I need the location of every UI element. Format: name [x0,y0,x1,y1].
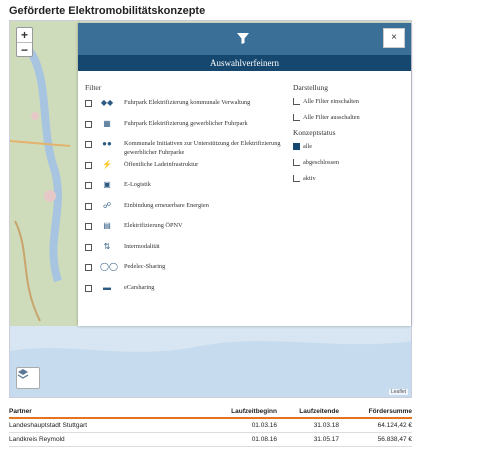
filter-list: Filter ◆◆ Fuhrpark Elektrifizierung komm… [85,83,285,303]
cell-start: 01.03.16 [251,422,277,429]
filter-checkbox[interactable] [85,202,92,210]
status-option-all[interactable]: alle [293,140,403,153]
status-option-completed[interactable]: abgeschlossen [293,156,403,169]
table-row[interactable]: Landeshauptstadt Stuttgart 01.03.16 31.0… [9,419,412,433]
table-row[interactable]: Landkreis Reymold 01.08.16 31.05.17 56.8… [9,433,412,447]
truck-icon: ▣ [103,180,111,189]
cell-funding: 64.124,42 € [377,422,412,429]
filter-section-label: Filter [85,83,102,92]
filter-item-label: Pedelec-Sharing [124,263,166,270]
filter-checkbox[interactable] [85,284,92,292]
filter-checkbox[interactable] [85,264,92,271]
bus-icon: ▤ [103,221,111,230]
cell-end: 31.05.17 [313,436,339,443]
filter-item[interactable]: ◆◆ Fuhrpark Elektrifizierung kommunale V… [85,98,285,119]
fleet-icon: ◆◆ [100,98,114,107]
cell-partner: Landeshauptstadt Stuttgart [9,422,88,429]
filter-item-label: eCarsharing [124,283,155,291]
status-radio[interactable] [293,143,300,150]
plug-icon: ☍ [102,200,112,210]
filter-item[interactable]: ☍ Einbindung erneuerbare Energien [85,201,285,222]
disable-all-filters-option[interactable]: Alle Filter ausschalten [293,111,403,124]
filter-checkbox[interactable] [85,141,92,148]
filter-item-label: E-Logistik [124,181,151,188]
filter-checkbox[interactable] [85,100,92,107]
filter-item-label: Fuhrpark Elektrifizierung kommunale Verw… [124,99,251,106]
cell-funding: 56.838,47 € [377,436,412,443]
filter-checkbox[interactable] [85,223,92,230]
filter-icon [237,33,249,44]
filter-item-label: Kommunale Initiativen zur Unterstützung … [124,140,281,156]
column-header-start[interactable]: Laufzeitbeginn [209,405,277,417]
enable-all-filters-option[interactable]: Alle Filter einschalten [293,95,403,108]
filter-item-label: Elektrifizierung ÖPNV [124,222,183,229]
column-header-partner[interactable]: Partner [9,405,209,417]
status-section-label: Konzeptstatus [293,128,336,137]
charging-icon: ⚡ [102,159,112,169]
filter-item[interactable]: ▣ E-Logistik [85,180,285,201]
filter-panel: × Auswahlverfeinern Filter ◆◆ Fuhrpark E… [78,23,411,326]
filter-item-label: Öffentliche Ladeinfrastruktur [124,160,199,168]
close-button[interactable]: × [383,28,405,48]
filter-item-label: Einbindung erneuerbare Energien [124,201,209,209]
table-header: Partner Laufzeitbeginn Laufzeitende Förd… [9,405,412,419]
zoom-in-button[interactable]: + [17,28,32,42]
car-icon: ▬ [103,282,111,292]
column-header-funding[interactable]: Fördersumme [339,405,412,417]
layers-button[interactable] [16,367,40,389]
option-label: Alle Filter einschalten [303,98,359,105]
intermodal-icon: ⇅ [103,241,111,251]
zoom-control: + − [16,27,33,57]
filter-item[interactable]: ●● Kommunale Initiativen zur Unterstützu… [85,139,285,160]
option-label: abgeschlossen [303,159,340,166]
filter-panel-header: × [78,23,411,55]
cell-partner: Landkreis Reymold [9,436,65,443]
map-attribution[interactable]: Leaflet [388,389,408,395]
zoom-out-button[interactable]: − [17,42,32,57]
filter-checkbox[interactable] [85,243,92,251]
filter-item-label: Fuhrpark Elektrifizierung gewerblicher F… [124,119,248,127]
status-option-active[interactable]: aktiv [293,172,403,185]
cell-start: 01.08.16 [251,436,277,443]
filter-item[interactable]: ⇅ Intermodalität [85,242,285,263]
column-header-end[interactable]: Laufzeitende [277,405,339,417]
filter-panel-subtitle: Auswahlverfeinern [78,55,411,71]
filter-item-label: Intermodalität [124,242,160,250]
filter-checkbox[interactable] [85,161,92,169]
options-column: Darstellung Alle Filter einschalten Alle… [293,83,403,188]
option-checkbox[interactable] [293,98,300,105]
cell-end: 31.03.18 [313,422,339,429]
option-label: Alle Filter ausschalten [303,114,360,121]
option-label: alle [303,143,313,150]
display-section-label: Darstellung [293,83,328,92]
filter-item[interactable]: ⚡ Öffentliche Ladeinfrastruktur [85,160,285,181]
option-label: aktiv [303,175,316,182]
option-checkbox[interactable] [293,114,300,121]
layers-icon [17,369,29,379]
filter-item[interactable]: ▤ Elektrifizierung ÖPNV [85,221,285,242]
people-icon: ●● [102,139,112,148]
filter-item[interactable]: ▬ eCarsharing [85,283,285,304]
page-title: Geförderte Elektromobilitätskonzepte [9,5,206,17]
filter-checkbox[interactable] [85,182,92,189]
filter-item[interactable]: ▦ Fuhrpark Elektrifizierung gewerblicher… [85,119,285,140]
filter-checkbox[interactable] [85,120,92,128]
status-radio[interactable] [293,175,300,182]
status-radio[interactable] [293,159,300,166]
bicycle-icon: ◯◯ [100,262,118,271]
filter-item[interactable]: ◯◯ Pedelec-Sharing [85,262,285,283]
building-icon: ▦ [103,118,111,128]
projects-table: Partner Laufzeitbeginn Laufzeitende Förd… [9,405,412,447]
